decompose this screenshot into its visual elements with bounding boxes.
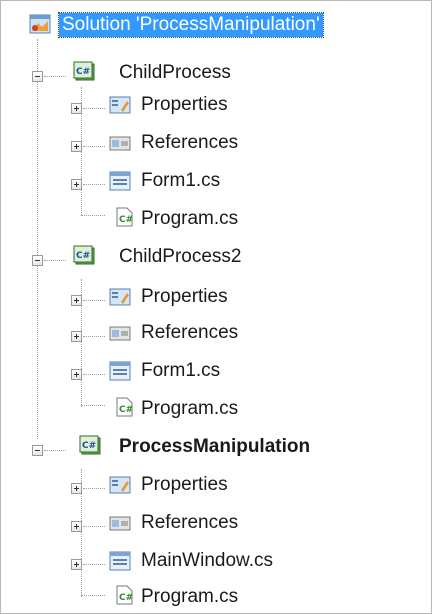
item-label[interactable]: Properties <box>141 473 228 497</box>
csharp-file-icon: C# <box>116 397 133 417</box>
csharp-file-icon: C# <box>116 207 133 227</box>
csharp-project-icon: C# <box>79 435 101 455</box>
tree-node-project[interactable]: C# ChildProcess <box>1 57 431 89</box>
csharp-project-icon: C# <box>73 61 95 81</box>
csharp-file-icon: C# <box>116 585 133 605</box>
expand-toggle[interactable] <box>71 559 82 570</box>
svg-text:C#: C# <box>76 251 90 261</box>
collapse-toggle[interactable] <box>32 255 43 266</box>
expand-toggle[interactable] <box>71 369 82 380</box>
tree-line <box>81 595 105 596</box>
tree-node-properties[interactable]: Properties <box>1 89 431 121</box>
item-label[interactable]: Properties <box>141 285 228 309</box>
solution-label[interactable]: Solution 'ProcessManipulation' <box>58 12 324 38</box>
expand-toggle[interactable] <box>71 141 82 152</box>
tree-node-form[interactable]: MainWindow.cs <box>1 545 431 577</box>
tree-node-references[interactable]: References <box>1 317 431 349</box>
csharp-project-icon: C# <box>73 245 95 265</box>
collapse-toggle[interactable] <box>32 445 43 456</box>
tree-node-code-file[interactable]: C# Program.cs <box>1 203 431 235</box>
tree-line <box>83 526 105 527</box>
tree-line <box>44 76 66 77</box>
item-label[interactable]: Program.cs <box>141 207 238 231</box>
item-label[interactable]: Form1.cs <box>141 169 220 193</box>
solution-icon <box>29 14 51 34</box>
tree-line <box>83 300 105 301</box>
project-label[interactable]: ChildProcess <box>119 61 231 85</box>
startup-project-label[interactable]: ProcessManipulation <box>119 435 310 459</box>
tree-node-form[interactable]: Form1.cs <box>1 355 431 387</box>
tree-node-properties[interactable]: Properties <box>1 469 431 501</box>
form-icon <box>109 171 131 191</box>
expand-toggle[interactable] <box>71 483 82 494</box>
expand-toggle[interactable] <box>71 295 82 306</box>
item-label[interactable]: References <box>141 131 238 155</box>
tree-node-solution[interactable]: Solution 'ProcessManipulation' <box>1 9 431 41</box>
tree-line <box>83 108 105 109</box>
svg-text:C#: C# <box>76 67 90 77</box>
tree-line <box>44 450 66 451</box>
form-icon <box>109 551 131 571</box>
svg-text:C#: C# <box>119 215 133 225</box>
item-label[interactable]: Properties <box>141 93 228 117</box>
tree-line <box>81 215 105 216</box>
project-label[interactable]: ChildProcess2 <box>119 245 242 269</box>
item-label[interactable]: References <box>141 511 238 535</box>
expand-toggle[interactable] <box>71 179 82 190</box>
item-label[interactable]: Program.cs <box>141 397 238 421</box>
tree-line <box>83 336 105 337</box>
solution-explorer-tree: Solution 'ProcessManipulation' C# ChildP… <box>0 0 432 614</box>
svg-text:C#: C# <box>82 441 96 451</box>
tree-node-form[interactable]: Form1.cs <box>1 165 431 197</box>
svg-text:C#: C# <box>119 593 133 603</box>
tree-line <box>44 260 66 261</box>
references-icon <box>109 326 131 341</box>
properties-icon <box>109 96 131 114</box>
tree-line <box>83 374 105 375</box>
svg-text:C#: C# <box>119 405 133 415</box>
collapse-toggle[interactable] <box>32 71 43 82</box>
tree-node-code-file[interactable]: C# Program.cs <box>1 581 431 613</box>
form-icon <box>109 361 131 381</box>
tree-line <box>81 405 105 406</box>
tree-node-project[interactable]: C# ProcessManipulation <box>1 431 431 463</box>
expand-toggle[interactable] <box>71 331 82 342</box>
references-icon <box>109 136 131 151</box>
references-icon <box>109 516 131 531</box>
tree-line <box>83 488 105 489</box>
item-label[interactable]: MainWindow.cs <box>141 549 273 573</box>
item-label[interactable]: Program.cs <box>141 585 238 609</box>
tree-node-properties[interactable]: Properties <box>1 281 431 313</box>
properties-icon <box>109 476 131 494</box>
tree-node-references[interactable]: References <box>1 507 431 539</box>
expand-toggle[interactable] <box>71 521 82 532</box>
tree-node-project[interactable]: C# ChildProcess2 <box>1 241 431 273</box>
tree-node-references[interactable]: References <box>1 127 431 159</box>
tree-line <box>83 146 105 147</box>
properties-icon <box>109 288 131 306</box>
item-label[interactable]: Form1.cs <box>141 359 220 383</box>
tree-line <box>83 564 105 565</box>
expand-toggle[interactable] <box>71 103 82 114</box>
tree-node-code-file[interactable]: C# Program.cs <box>1 393 431 425</box>
item-label[interactable]: References <box>141 321 238 345</box>
tree-line <box>83 184 105 185</box>
